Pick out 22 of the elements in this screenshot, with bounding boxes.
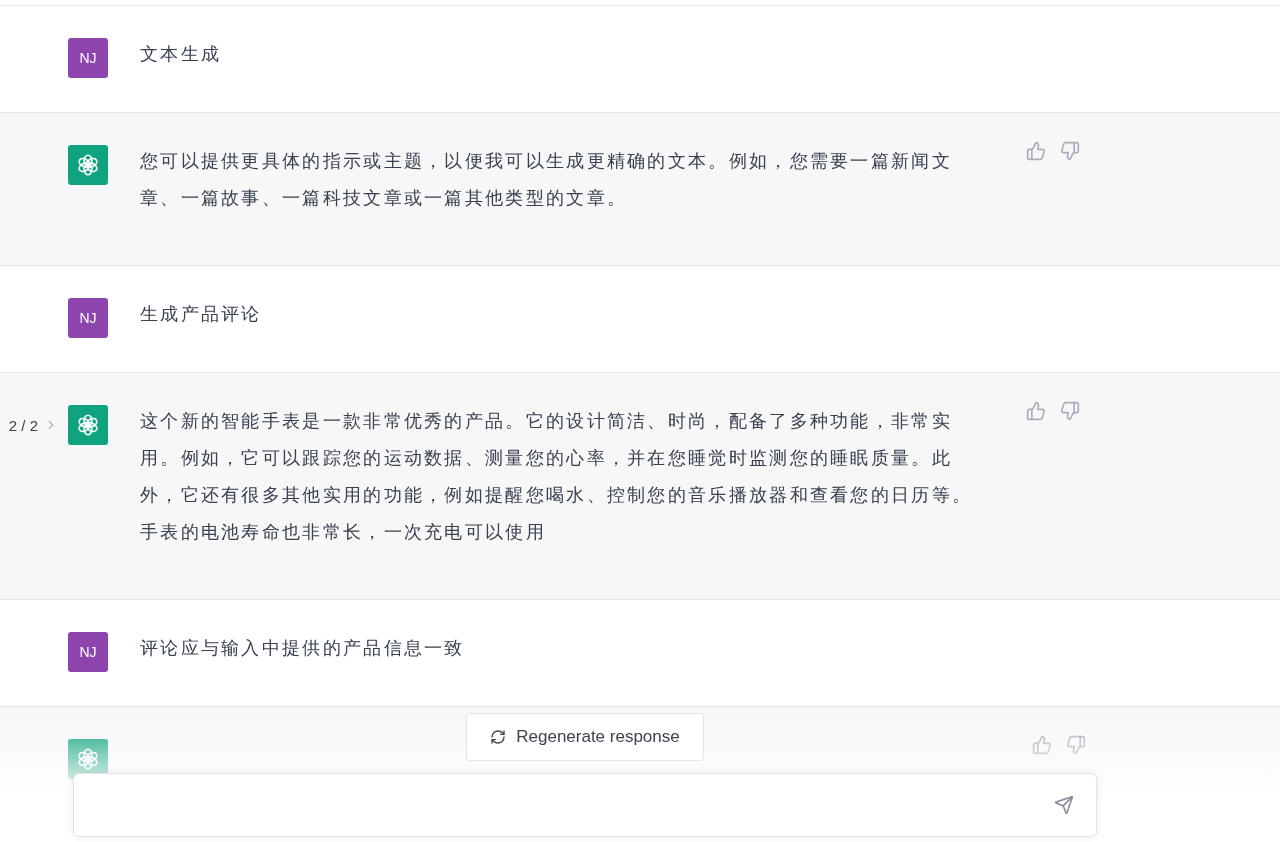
thumbs-up-icon[interactable] <box>1026 141 1046 161</box>
regenerate-button[interactable]: Regenerate response <box>466 713 704 761</box>
thumbs-up-icon[interactable] <box>1032 735 1052 755</box>
message-text: 生成产品评论 <box>140 303 263 326</box>
thumbs-down-icon[interactable] <box>1060 401 1080 421</box>
message-text: 文本生成 <box>140 43 223 66</box>
refresh-icon <box>490 729 507 745</box>
knot-logo-icon <box>75 412 101 438</box>
message-text: 这个新的智能手表是一款非常优秀的产品。它的设计简洁、时尚，配备了多种功能，非常实用。例如，它可以跟踪您的运动数据、测量您的心率，并在您睡觉时监测您的睡眠质量。此外，它还有很多其他实用的功能，例如提醒您喝水、控制您的音乐播放器和查看您的日历等。手表的电池寿命也非常长，一次充电可以使用 <box>140 410 974 544</box>
thumbs-down-icon[interactable] <box>1066 735 1086 755</box>
thumbs-up-icon[interactable] <box>1026 401 1046 421</box>
user-avatar: NJ <box>68 298 108 338</box>
knot-logo-icon <box>75 152 101 178</box>
user-avatar: NJ <box>68 38 108 78</box>
pager-text: 2 / 2 <box>8 416 38 434</box>
thumbs-down-icon[interactable] <box>1060 141 1080 161</box>
user-avatar: NJ <box>68 632 108 672</box>
send-icon[interactable] <box>1054 795 1074 815</box>
knot-logo-icon <box>75 746 101 772</box>
message-input-field[interactable] <box>73 773 1097 837</box>
message-text: 评论应与输入中提供的产品信息一致 <box>140 637 466 660</box>
message-text: 您可以提供更具体的指示或主题，以便我可以生成更精确的文本。例如，您需要一篇新闻文章、一篇故事、一篇科技文章或一篇其他类型的文章。 <box>140 150 953 210</box>
